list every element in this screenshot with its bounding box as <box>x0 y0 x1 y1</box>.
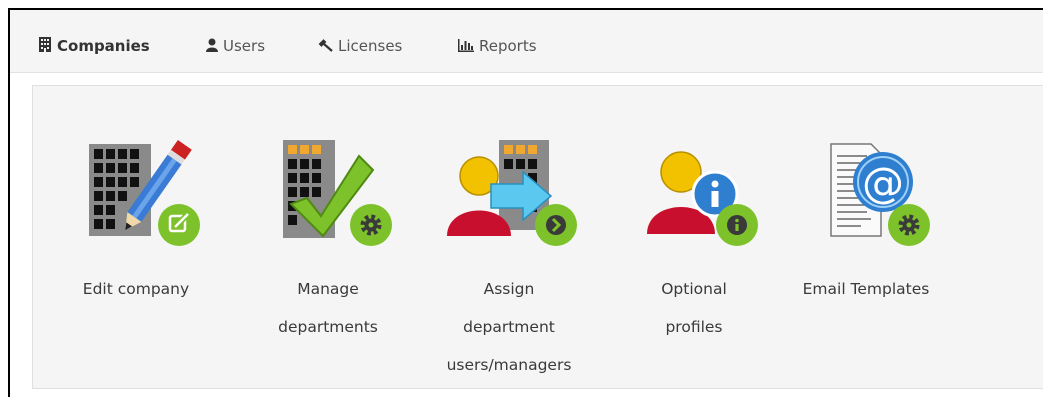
optional-profiles-icon <box>647 151 758 246</box>
tab-companies[interactable]: Companies <box>38 10 150 72</box>
bar-chart-icon <box>458 11 474 83</box>
tab-label: Users <box>223 37 266 55</box>
email-templates-icon: @ <box>830 143 930 246</box>
tab-licenses[interactable]: Licenses <box>318 10 402 72</box>
tab-label: Companies <box>57 37 150 55</box>
top-nav: Companies Users Licenses Reports <box>10 10 1043 73</box>
tile-label: Email Templates <box>802 280 930 298</box>
building-icon <box>38 11 52 83</box>
edit-company-icon <box>89 140 200 246</box>
tile-label: Assign department users/managers <box>446 280 572 374</box>
email-templates-tile[interactable]: @ Email Templates <box>791 132 941 308</box>
tab-reports[interactable]: Reports <box>458 10 537 72</box>
user-icon <box>206 11 218 83</box>
tab-label: Licenses <box>338 37 403 55</box>
tile-label: Edit company <box>82 280 190 298</box>
manage-departments-tile[interactable]: Manage departments <box>253 132 403 346</box>
tile-label: Manage departments <box>278 280 378 336</box>
tile-label: Optional profiles <box>661 280 727 336</box>
tab-users[interactable]: Users <box>206 10 265 72</box>
actions-panel: Edit company Manage departments Assign d… <box>32 85 1043 389</box>
gavel-icon <box>318 11 333 83</box>
assign-users-icon <box>447 140 577 246</box>
edit-company-tile[interactable]: Edit company <box>61 132 211 308</box>
svg-text:@: @ <box>862 158 904 207</box>
assign-department-users-tile[interactable]: Assign department users/managers <box>434 132 584 384</box>
manage-departments-icon <box>283 140 392 246</box>
tab-label: Reports <box>479 37 537 55</box>
optional-profiles-tile[interactable]: Optional profiles <box>619 132 769 346</box>
